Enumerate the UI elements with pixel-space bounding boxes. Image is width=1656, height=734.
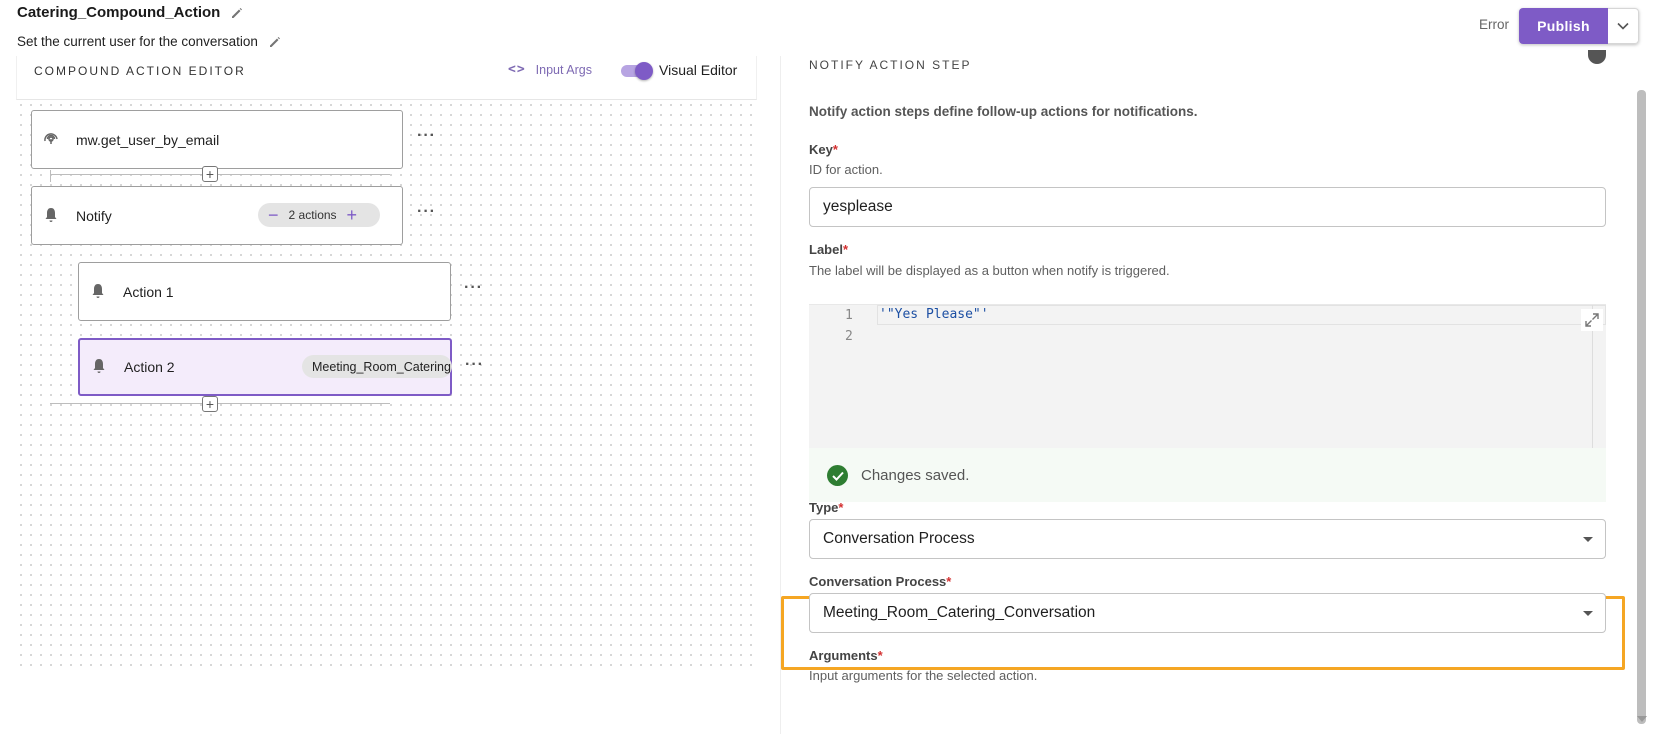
key-field-label: Key* xyxy=(809,142,838,157)
fingerprint-icon xyxy=(42,130,60,148)
type-field-label: Type* xyxy=(809,500,843,515)
input-args-link[interactable]: <> Input Args xyxy=(508,62,592,77)
connector-line xyxy=(50,403,390,404)
node-menu-button[interactable]: ··· xyxy=(417,203,436,221)
node-menu-button[interactable]: ··· xyxy=(465,356,484,374)
edit-title-icon[interactable] xyxy=(230,6,244,20)
flow-canvas[interactable]: mw.get_user_by_email ··· + Notify − 2 ac… xyxy=(16,100,757,668)
type-select[interactable]: Conversation Process xyxy=(809,519,1606,559)
page-title: Catering_Compound_Action xyxy=(17,4,244,21)
connector-line xyxy=(50,170,51,182)
save-status-banner: Changes saved. xyxy=(809,448,1606,502)
conversation-process-label-text: Conversation Process xyxy=(809,574,947,589)
panel-section-title: NOTIFY ACTION STEP xyxy=(809,58,972,72)
chevron-down-icon xyxy=(1617,17,1629,35)
conversation-process-value: Meeting_Room_Catering_Conversation xyxy=(823,604,1096,621)
scroll-down-arrow[interactable] xyxy=(1637,716,1647,722)
expand-icon[interactable] xyxy=(1581,309,1603,331)
required-marker: * xyxy=(946,574,952,589)
actions-count-label: 2 actions xyxy=(288,208,337,222)
action-target-chip: Meeting_Room_Catering_Conversation xyxy=(302,355,452,378)
conversation-process-select[interactable]: Meeting_Room_Catering_Conversation xyxy=(809,593,1606,633)
arguments-label-text: Arguments xyxy=(809,648,878,663)
key-input-value: yesplease xyxy=(823,198,893,215)
label-code-editor[interactable]: 1 2 '"Yes Please"' xyxy=(809,304,1606,449)
panel-description: Notify action steps define follow-up act… xyxy=(809,104,1198,119)
page-subtitle-text: Set the current user for the conversatio… xyxy=(17,34,258,49)
type-select-value: Conversation Process xyxy=(823,530,975,547)
line-number: 2 xyxy=(845,329,853,344)
arguments-label: Arguments* xyxy=(809,648,883,663)
status-label: Error xyxy=(1479,17,1509,32)
flow-node-get-user[interactable]: mw.get_user_by_email xyxy=(31,110,403,169)
toggle-knob xyxy=(635,62,653,80)
label-field-label: Label* xyxy=(809,242,848,257)
info-icon[interactable] xyxy=(1588,50,1606,64)
check-circle-icon xyxy=(827,465,848,486)
visual-editor-toggle[interactable] xyxy=(621,62,653,80)
step-config-panel: NOTIFY ACTION STEP Notify action steps d… xyxy=(780,50,1640,734)
caret-down-icon xyxy=(1583,537,1593,542)
visual-editor-label: Visual Editor xyxy=(659,62,738,78)
bell-icon xyxy=(90,357,108,375)
required-marker: * xyxy=(877,648,883,663)
node-label: Action 1 xyxy=(123,283,174,300)
flow-node-action-1[interactable]: Action 1 xyxy=(78,262,451,321)
save-status-text: Changes saved. xyxy=(861,466,970,484)
required-marker: * xyxy=(842,242,849,257)
code-icon: <> xyxy=(508,62,526,77)
add-step-button[interactable]: + xyxy=(202,166,218,182)
editor-toolbar: COMPOUND ACTION EDITOR <> Input Args Vis… xyxy=(16,56,757,100)
actions-count-pill: − 2 actions + xyxy=(258,203,380,227)
key-label-text: Key xyxy=(809,142,833,157)
code-content: '"Yes Please"' xyxy=(879,307,989,322)
required-marker: * xyxy=(838,500,844,515)
caret-down-icon xyxy=(1583,611,1593,616)
key-field-help: ID for action. xyxy=(809,162,883,177)
connector-line xyxy=(50,174,390,175)
input-args-label: Input Args xyxy=(535,62,592,77)
label-field-help: The label will be displayed as a button … xyxy=(809,263,1170,278)
editor-section-label: COMPOUND ACTION EDITOR xyxy=(34,64,246,78)
required-marker: * xyxy=(832,142,838,157)
node-label: Notify xyxy=(76,207,112,224)
remove-action-button[interactable]: − xyxy=(258,206,289,224)
page-title-text: Catering_Compound_Action xyxy=(17,4,221,21)
node-menu-button[interactable]: ··· xyxy=(464,279,483,297)
node-label: Action 2 xyxy=(124,359,175,375)
key-input[interactable]: yesplease xyxy=(809,187,1606,227)
node-menu-button[interactable]: ··· xyxy=(417,127,436,145)
type-label-text: Type xyxy=(809,500,839,515)
scrollbar-thumb[interactable] xyxy=(1637,90,1646,724)
add-step-button[interactable]: + xyxy=(202,396,218,412)
add-action-button[interactable]: + xyxy=(337,206,368,224)
publish-button-group: Publish xyxy=(1519,8,1639,44)
node-label: mw.get_user_by_email xyxy=(76,131,220,148)
bell-icon xyxy=(89,282,107,300)
bell-icon xyxy=(42,206,60,224)
label-label-text: Label xyxy=(809,242,843,257)
arguments-help: Input arguments for the selected action. xyxy=(809,668,1038,683)
conversation-process-label: Conversation Process* xyxy=(809,574,951,589)
publish-dropdown-button[interactable] xyxy=(1608,8,1639,44)
publish-button[interactable]: Publish xyxy=(1519,8,1608,44)
edit-subtitle-icon[interactable] xyxy=(268,35,282,49)
page-subtitle: Set the current user for the conversatio… xyxy=(17,34,282,49)
line-number: 1 xyxy=(845,308,853,323)
